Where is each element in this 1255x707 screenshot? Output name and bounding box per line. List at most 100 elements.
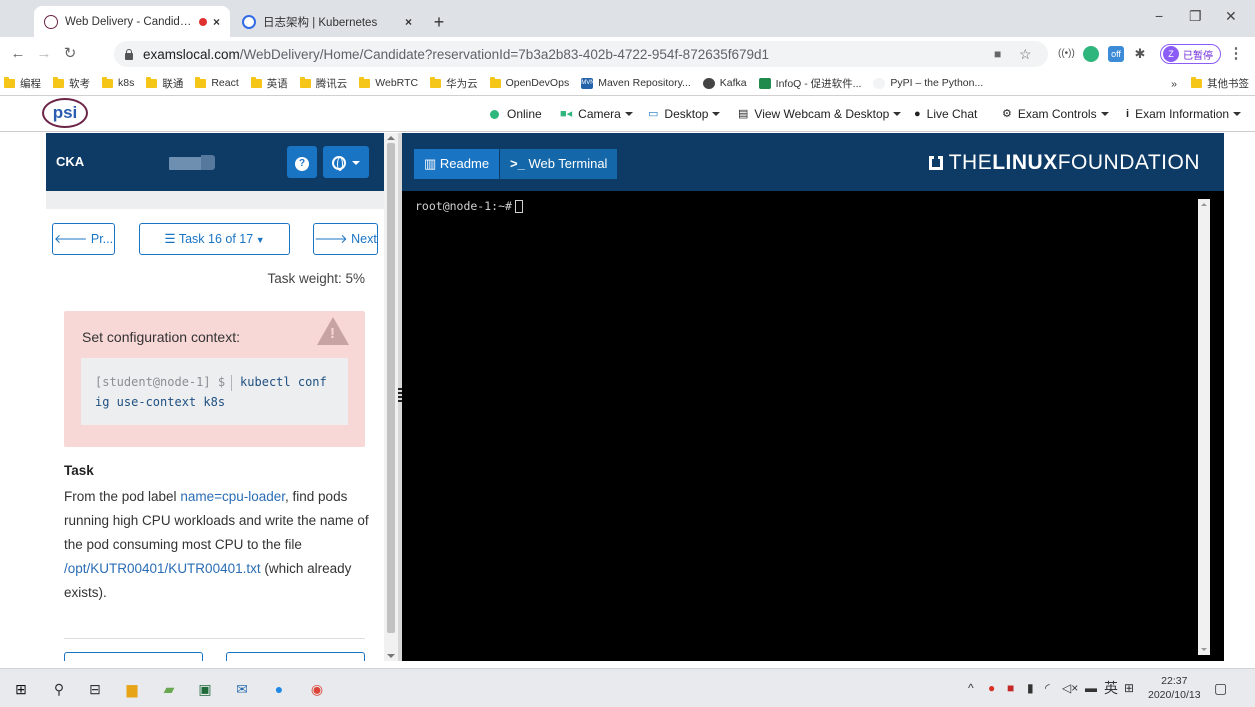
redacted-candidate-name bbox=[169, 155, 215, 170]
scroll-down-icon[interactable] bbox=[1201, 648, 1207, 651]
maximize-button[interactable]: ❐ bbox=[1189, 8, 1202, 25]
edge-browser-icon[interactable]: ● bbox=[268, 678, 290, 700]
readme-tab[interactable]: ▥ Readme bbox=[414, 149, 500, 179]
online-status: Online bbox=[490, 96, 542, 132]
keyboard-layout-icon[interactable]: ⊞ bbox=[1124, 669, 1134, 707]
live-chat-button[interactable]: ● Live Chat bbox=[914, 96, 977, 132]
bookmark-folder[interactable]: React bbox=[195, 76, 239, 89]
evernote-icon[interactable] bbox=[1083, 46, 1099, 62]
bookmark-folder[interactable]: 编程 bbox=[4, 76, 41, 91]
language-button[interactable] bbox=[323, 146, 369, 178]
app-icon[interactable]: ▰ bbox=[158, 678, 180, 700]
extension-off-icon[interactable]: off bbox=[1108, 46, 1124, 62]
bookmark-link[interactable]: MVN Maven Repository... bbox=[581, 77, 691, 89]
task-weight: Task weight: 5% bbox=[267, 271, 365, 286]
windows-taskbar: ⊞ ⚲ ⊟ ▆ ▰ ▣ ✉ ● ◉ ^ ● ■ ▮ ◜ ◁× ▬ 英 ⊞ 22:… bbox=[0, 668, 1255, 707]
forward-arrow-icon[interactable]: → bbox=[34, 44, 54, 64]
close-window-button[interactable]: ✕ bbox=[1225, 8, 1237, 25]
caret-down-icon bbox=[624, 112, 633, 116]
folder-icon bbox=[146, 76, 158, 88]
bookmark-folder[interactable]: 华为云 bbox=[430, 76, 478, 91]
file-explorer-icon[interactable]: ▆ bbox=[121, 678, 143, 700]
notifications-icon[interactable]: ▢ bbox=[1214, 669, 1227, 707]
caret-down-icon: ▼ bbox=[253, 235, 265, 245]
scroll-up-icon[interactable] bbox=[1201, 203, 1207, 206]
close-tab-button[interactable]: × bbox=[405, 15, 412, 29]
browser-tab-strip: Web Delivery - Candidate × 日志架构 | Kubern… bbox=[0, 0, 1255, 37]
task-panel-scrollbar[interactable] bbox=[384, 133, 398, 661]
input-method-indicator[interactable]: 英 bbox=[1104, 669, 1118, 707]
terminal-prompt: root@node-1:~# bbox=[415, 199, 512, 213]
address-bar[interactable]: examslocal.com/WebDelivery/Home/Candidat… bbox=[114, 41, 1048, 67]
caret-down-icon bbox=[1233, 112, 1242, 116]
task-file-path[interactable]: /opt/KUTR00401/KUTR00401.txt bbox=[64, 561, 261, 576]
bookmark-folder[interactable]: 英语 bbox=[250, 76, 288, 91]
scroll-down-icon[interactable] bbox=[387, 654, 395, 658]
profile-paused-badge[interactable]: Z 已暂停 bbox=[1160, 44, 1221, 64]
view-webcam-desktop-menu[interactable]: ▤ View Webcam & Desktop bbox=[738, 96, 902, 132]
browser-menu-icon[interactable]: ⋮ bbox=[1226, 44, 1246, 64]
desktop-menu[interactable]: ▭ Desktop bbox=[648, 96, 721, 132]
task-view-icon[interactable]: ⊟ bbox=[84, 678, 106, 700]
terminal-scrollbar[interactable] bbox=[1198, 199, 1210, 655]
extension-broadcast-icon[interactable]: ((•)) bbox=[1058, 46, 1075, 62]
kubernetes-favicon-icon bbox=[242, 14, 256, 29]
camera-in-use-icon[interactable]: ■ bbox=[994, 41, 1001, 67]
mail-icon[interactable]: ✉ bbox=[231, 678, 253, 700]
next-task-button[interactable]: 🡒 Next bbox=[313, 223, 378, 255]
camera-menu[interactable]: ■◂ Camera bbox=[560, 96, 633, 132]
volume-muted-icon[interactable]: ◁× bbox=[1062, 669, 1078, 707]
bookmark-link[interactable]: Kafka bbox=[702, 77, 747, 89]
bookmark-folder[interactable]: 联通 bbox=[146, 76, 183, 91]
context-title: Set configuration context: bbox=[82, 329, 240, 345]
chrome-browser-icon[interactable]: ◉ bbox=[306, 678, 328, 700]
bookmark-star-icon[interactable]: ☆ bbox=[1019, 41, 1032, 67]
help-button[interactable]: ? bbox=[287, 146, 317, 178]
tab-web-delivery[interactable]: Web Delivery - Candidate × bbox=[34, 6, 230, 37]
controls-label: Exam Controls bbox=[1017, 107, 1097, 121]
scrollbar-thumb[interactable] bbox=[387, 143, 395, 633]
back-arrow-icon[interactable]: ← bbox=[8, 44, 28, 64]
context-alert: Set configuration context: ! [student@no… bbox=[64, 311, 365, 447]
web-terminal-tab[interactable]: >_ Web Terminal bbox=[500, 149, 618, 179]
bookmark-folder[interactable]: 腾讯云 bbox=[299, 76, 347, 91]
web-terminal[interactable]: root@node-1:~# bbox=[402, 191, 1224, 661]
task-selector-dropdown[interactable]: ☰ Task 16 of 17 ▼ bbox=[139, 223, 290, 255]
terminal-app-icon[interactable]: ▣ bbox=[194, 678, 216, 700]
task-pod-label[interactable]: name=cpu-loader bbox=[180, 489, 285, 504]
bookmark-folder[interactable]: WebRTC bbox=[359, 76, 418, 89]
minimize-button[interactable]: − bbox=[1155, 8, 1163, 24]
bottom-right-button[interactable] bbox=[226, 652, 365, 661]
info-icon: i bbox=[1126, 108, 1130, 120]
bookmarks-more-button[interactable]: » bbox=[1171, 78, 1177, 90]
exam-controls-menu[interactable]: ⚙ Exam Controls bbox=[1002, 96, 1109, 132]
previous-task-button[interactable]: 🡐 Pr... bbox=[52, 223, 115, 255]
bookmark-folder[interactable]: 软考 bbox=[53, 76, 90, 91]
bookmark-folder[interactable]: OpenDevOps bbox=[489, 76, 569, 89]
exam-information-menu[interactable]: i Exam Information bbox=[1126, 96, 1242, 132]
new-tab-button[interactable]: + bbox=[428, 11, 450, 33]
bookmark-link[interactable]: InfoQ - 促进软件... bbox=[758, 76, 861, 91]
extensions-puzzle-icon[interactable]: ✱ bbox=[1132, 46, 1148, 62]
context-command[interactable]: [student@node-1] $ kubectl conf ig use-co… bbox=[81, 358, 348, 425]
bottom-left-button[interactable] bbox=[64, 652, 203, 661]
linux-foundation-logo: THE LINUX FOUNDATION bbox=[928, 151, 1200, 175]
microphone-icon[interactable]: ▮ bbox=[1027, 669, 1034, 707]
battery-icon[interactable]: ▬ bbox=[1085, 669, 1097, 707]
tab-kubernetes[interactable]: 日志架构 | Kubernetes × bbox=[232, 6, 422, 37]
show-hidden-icons-icon[interactable]: ^ bbox=[968, 669, 974, 707]
close-tab-button[interactable]: × bbox=[213, 15, 220, 29]
tray-app-icon[interactable]: ● bbox=[988, 669, 995, 707]
reload-icon[interactable]: ↻ bbox=[60, 44, 80, 64]
scroll-up-icon[interactable] bbox=[387, 136, 395, 140]
lock-icon bbox=[124, 48, 134, 60]
system-clock[interactable]: 22:37 2020/10/13 bbox=[1148, 674, 1201, 702]
other-bookmarks-folder[interactable]: 其他书签 bbox=[1191, 76, 1249, 91]
wifi-icon[interactable]: ◜ bbox=[1045, 669, 1050, 707]
windows-start-icon[interactable]: ⊞ bbox=[10, 678, 32, 700]
bookmark-link[interactable]: PyPI – the Python... bbox=[873, 77, 983, 89]
search-icon[interactable]: ⚲ bbox=[48, 678, 70, 700]
tray-app-icon[interactable]: ■ bbox=[1007, 669, 1014, 707]
bookmark-folder[interactable]: k8s bbox=[102, 76, 134, 89]
tab-title: Web Delivery - Candidate bbox=[65, 15, 193, 28]
